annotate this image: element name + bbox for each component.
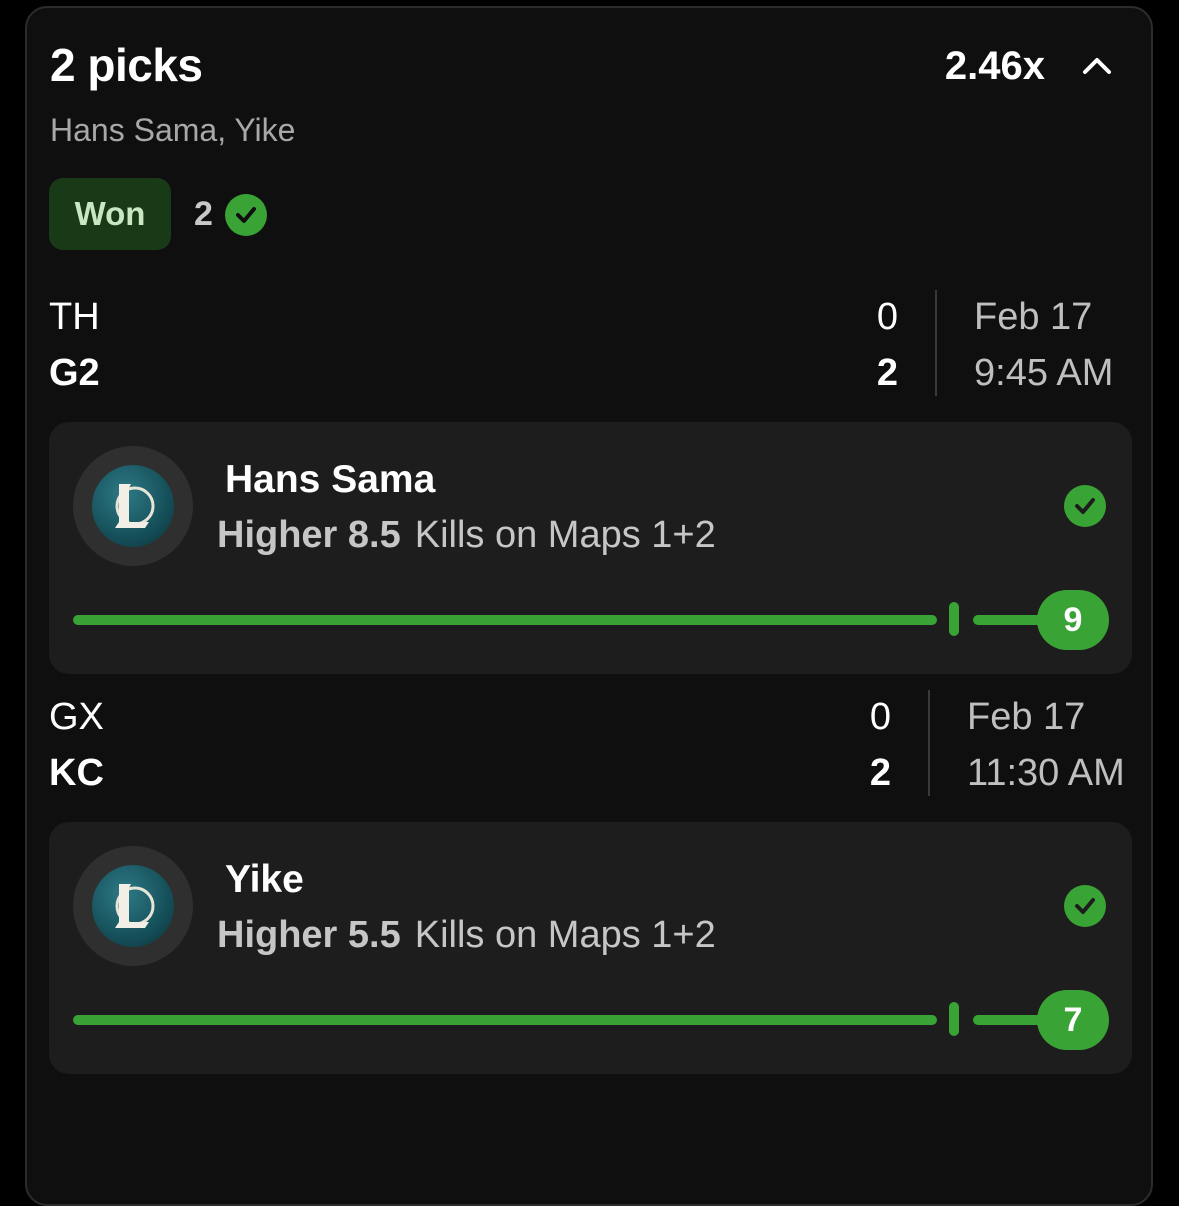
- match-2-team-top: GX: [49, 696, 104, 738]
- status-badge: Won: [49, 178, 171, 250]
- game-logo-avatar: [73, 846, 193, 966]
- pick-projection: Higher 8.5 Kills on Maps 1+2: [217, 514, 716, 557]
- match-1-date: Feb 17: [974, 296, 1093, 338]
- progress-bar-fill: [73, 1015, 937, 1025]
- line-marker: [949, 602, 959, 636]
- progress-bar-fill: [73, 615, 937, 625]
- league-logo-icon: [92, 465, 174, 547]
- game-logo-avatar: [73, 446, 193, 566]
- check-circle-icon: [1064, 485, 1106, 527]
- player-name: Yike: [225, 858, 304, 901]
- pick-direction-line: Higher 8.5: [217, 514, 401, 556]
- pick-card[interactable]: Hans Sama Higher 8.5 Kills on Maps 1+2 9: [49, 422, 1132, 674]
- league-logo-icon: [92, 865, 174, 947]
- player-name: Hans Sama: [225, 458, 436, 501]
- match-1-score-top: 0: [876, 296, 898, 338]
- entry-card[interactable]: 2 picks 2.46x Hans Sama, Yike Won 2 TH G…: [25, 6, 1153, 1206]
- match-1-team-bottom: G2: [49, 352, 100, 394]
- match-1-team-top: TH: [49, 296, 100, 338]
- line-marker: [949, 1002, 959, 1036]
- payout-multiplier: 2.46x: [944, 44, 1045, 88]
- pick-market: Kills on Maps 1+2: [414, 914, 716, 956]
- match-1-score-bottom: 2: [876, 352, 898, 394]
- check-circle-icon: [1064, 885, 1106, 927]
- match-2-date: Feb 17: [967, 696, 1086, 738]
- match-1-divider: [935, 290, 937, 396]
- match-1-time: 9:45 AM: [974, 352, 1114, 394]
- result-value-pill: 9: [1037, 590, 1109, 650]
- correct-count: 2: [194, 195, 213, 233]
- pick-market: Kills on Maps 1+2: [414, 514, 716, 556]
- pick-projection: Higher 5.5 Kills on Maps 1+2: [217, 914, 716, 957]
- match-2-time: 11:30 AM: [967, 752, 1125, 794]
- entry-title: 2 picks: [50, 39, 203, 91]
- chevron-up-icon[interactable]: [1079, 50, 1115, 80]
- result-value-pill: 7: [1037, 990, 1109, 1050]
- match-2-score-bottom: 2: [869, 752, 891, 794]
- check-circle-icon: [225, 194, 267, 236]
- pick-card[interactable]: Yike Higher 5.5 Kills on Maps 1+2 7: [49, 822, 1132, 1074]
- match-2-divider: [928, 690, 930, 796]
- match-2-score-top: 0: [869, 696, 891, 738]
- match-2-team-bottom: KC: [49, 752, 104, 794]
- pick-direction-line: Higher 5.5: [217, 914, 401, 956]
- players-summary: Hans Sama, Yike: [50, 112, 296, 148]
